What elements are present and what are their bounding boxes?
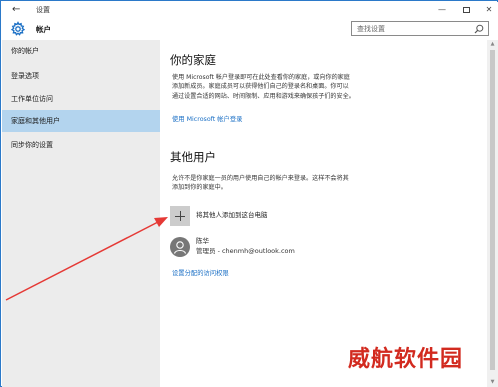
scroll-down-icon[interactable]: ▼ — [489, 379, 496, 385]
sidebar: 你的帐户 登录选项 工作单位访问 家庭和其他用户 同步你的设置 — [2, 40, 160, 387]
user-role: 管理员 - chenmh@outlook.com — [196, 247, 295, 255]
family-description-line: 通过设置合适的网站、时间限制、应用和游戏来确保孩子们的安全。 — [172, 92, 355, 100]
other-users-heading: 其他用户 — [170, 150, 216, 164]
sidebar-item-label: 工作单位访问 — [11, 95, 53, 103]
close-button[interactable]: ✕ — [481, 3, 497, 16]
scrollbar-thumb[interactable] — [490, 50, 495, 370]
assigned-access-link[interactable]: 设置分配的访问权限 — [172, 269, 229, 278]
settings-window: ← 设置 — ✕ 帐户 查找设置 你的帐户 登录选项 工作单位访问 家庭和其他用… — [0, 0, 498, 387]
sidebar-item-sign-in-options[interactable]: 登录选项 — [2, 65, 160, 87]
sidebar-item-family-other-users[interactable]: 家庭和其他用户 — [2, 110, 160, 132]
maximize-icon — [462, 6, 470, 13]
family-heading: 你的家庭 — [170, 53, 216, 67]
sidebar-item-sync-settings[interactable]: 同步你的设置 — [2, 134, 160, 156]
other-users-description-line: 添加到你的家庭中。 — [172, 184, 227, 192]
title-bar: ← 设置 — ✕ — [2, 2, 498, 18]
sidebar-item-work-access[interactable]: 工作单位访问 — [2, 88, 160, 110]
family-description-line: 使用 Microsoft 帐户登录即可在此处查看你的家庭，或向你的家庭 — [172, 74, 350, 81]
user-name: 陈华 — [196, 237, 209, 245]
sidebar-item-label: 登录选项 — [11, 72, 39, 80]
minimize-button[interactable]: — — [434, 3, 450, 16]
search-placeholder: 查找设置 — [357, 25, 385, 33]
plus-icon — [170, 206, 190, 226]
sidebar-item-your-account[interactable]: 你的帐户 — [2, 40, 160, 62]
other-users-description-line: 允许不是你家庭一员的用户使用自己的帐户来登录。这样不会将其 — [172, 175, 349, 182]
back-arrow-icon[interactable]: ← — [12, 4, 20, 16]
avatar — [170, 237, 190, 257]
add-other-user-button[interactable]: 将其他人添加到这台电脑 — [170, 206, 370, 228]
sidebar-item-label: 你的帐户 — [11, 47, 39, 55]
header: 帐户 查找设置 — [2, 18, 498, 40]
main-content: 你的家庭 使用 Microsoft 帐户登录即可在此处查看你的家庭，或向你的家庭… — [160, 40, 487, 387]
vertical-scrollbar[interactable]: ▲ ▼ — [487, 40, 498, 387]
family-description: 使用 Microsoft 帐户登录即可在此处查看你的家庭，或向你的家庭 添加新成… — [172, 73, 355, 101]
user-account-entry[interactable]: 陈华 管理员 - chenmh@outlook.com — [170, 235, 390, 259]
scroll-up-icon[interactable]: ▲ — [489, 41, 496, 47]
family-description-line: 添加新成员。家庭成员可以获得他们自己的登录名和桌面。你可以 — [172, 83, 349, 91]
microsoft-signin-link[interactable]: 使用 Microsoft 帐户登录 — [172, 115, 242, 124]
app-title: 设置 — [36, 6, 50, 14]
sidebar-item-label: 家庭和其他用户 — [11, 117, 60, 125]
other-users-description: 允许不是你家庭一员的用户使用自己的帐户来登录。这样不会将其 添加到你的家庭中。 — [172, 174, 349, 193]
add-other-user-label: 将其他人添加到这台电脑 — [196, 211, 268, 219]
search-input[interactable]: 查找设置 — [351, 21, 489, 36]
sidebar-item-label: 同步你的设置 — [11, 141, 53, 149]
person-icon — [173, 241, 187, 254]
gear-icon — [10, 21, 26, 36]
maximize-button[interactable] — [458, 3, 474, 16]
search-icon[interactable] — [474, 24, 484, 34]
page-title: 帐户 — [36, 25, 51, 34]
watermark: 威航软件园 — [348, 347, 464, 372]
